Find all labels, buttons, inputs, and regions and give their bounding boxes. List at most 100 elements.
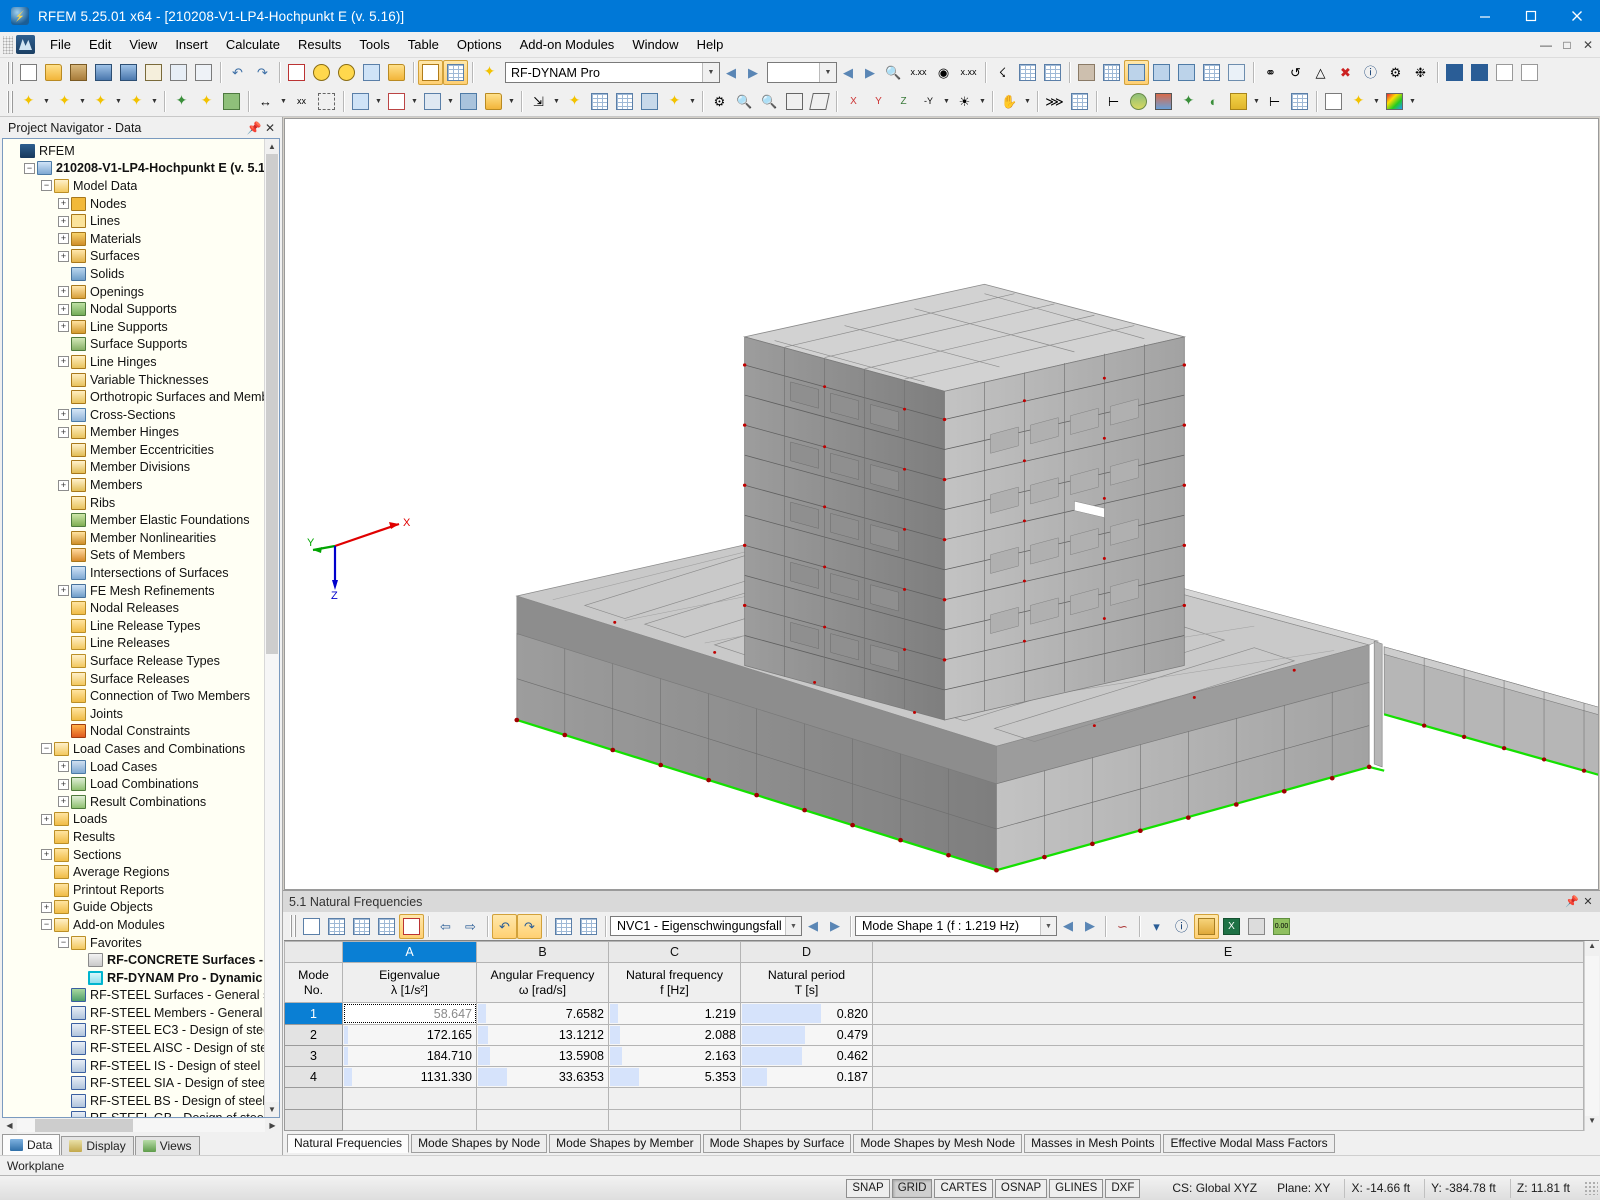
info-icon[interactable]: ⓘ [1358,60,1383,85]
tree-item-surface-releases[interactable]: Surface Releases [3,670,264,688]
table-redo-icon[interactable]: ↷ [517,914,542,939]
table-filter-icon[interactable] [374,914,399,939]
zoom-in-icon[interactable]: 🔍 [732,89,757,114]
tree-item-sections[interactable]: +Sections [3,846,264,864]
tree-item-average-regions[interactable]: Average Regions [3,863,264,881]
chevron-down-icon[interactable]: ▼ [149,89,160,114]
table-row[interactable]: 3184.71013.59082.1630.462 [285,1045,1584,1066]
tree-item-favorites[interactable]: −Favorites [3,934,264,952]
model-shade-icon[interactable] [1149,60,1174,85]
chevron-down-icon[interactable]: ▼ [785,917,801,935]
tree-item-rf-steel-sia-design-of-steel-mer[interactable]: RF-STEEL SIA - Design of steel mer [3,1074,264,1092]
model-viewport[interactable]: X Y Z [284,118,1599,890]
grid-view-icon[interactable] [1199,60,1224,85]
empty-cell[interactable] [873,1109,1584,1130]
mirror-icon[interactable]: △ [1308,60,1333,85]
solid-result-icon[interactable] [1151,89,1176,114]
navigator-hscrollbar[interactable]: ◀ ▶ [2,1118,280,1133]
secondary-combo[interactable]: ▼ [767,62,837,83]
status-toggle-snap[interactable]: SNAP [846,1179,889,1198]
menu-file[interactable]: File [41,33,80,56]
load-case-prev-icon[interactable]: ◀ [802,914,824,938]
tree-item-member-elastic-foundations[interactable]: Member Elastic Foundations [3,511,264,529]
excel-export-icon[interactable]: X [1219,914,1244,939]
dimension-line-icon[interactable]: ↔ [253,89,278,114]
empty-cell[interactable] [873,1088,1584,1109]
empty-cell[interactable] [477,1088,609,1109]
chevron-down-icon[interactable]: ▼ [687,89,698,114]
scroll-down-icon[interactable]: ▼ [265,1102,279,1117]
text-measure-icon[interactable]: x.xx [956,60,981,85]
link-icon[interactable]: ⚭ [1258,60,1283,85]
chevron-down-icon[interactable]: ▼ [1040,917,1056,935]
menu-edit[interactable]: Edit [80,33,120,56]
row-header-empty[interactable] [285,1109,343,1130]
column-header-E[interactable]: E [873,942,1584,963]
open-archive-icon[interactable] [66,60,91,85]
deform-icon[interactable] [1126,89,1151,114]
natural-frequency-cell[interactable]: 2.163 [609,1045,741,1066]
chevron-down-icon[interactable]: ▼ [551,89,562,114]
table-panel-icon[interactable] [418,60,443,85]
tree-item-rf-dynam-pro-dynamic-an[interactable]: RF-DYNAM Pro - Dynamic an [3,969,264,987]
expand-icon[interactable]: + [58,198,69,209]
column-header-D[interactable]: D [741,942,873,963]
tree-item-load-combinations[interactable]: +Load Combinations [3,775,264,793]
tree-item-cross-sections[interactable]: +Cross-Sections [3,406,264,424]
toolbar-grip[interactable] [288,915,296,937]
view-down-icon[interactable] [1442,60,1467,85]
light-icon[interactable]: ☀ [952,89,977,114]
menu-window[interactable]: Window [623,33,687,56]
eigenvalue-cell[interactable]: 184.710 [343,1045,477,1066]
natural-period-cell[interactable]: 0.462 [741,1045,873,1066]
table-chart-icon[interactable] [399,914,424,939]
tab-display[interactable]: Display [61,1136,133,1155]
status-toggle-cartes[interactable]: CARTES [934,1179,992,1198]
chevron-down-icon[interactable]: ▼ [373,89,384,114]
cluster-icon[interactable]: ❉ [1408,60,1433,85]
tree-item-connection-of-two-members[interactable]: Connection of Two Members [3,687,264,705]
table-tab-mode-shapes-by-node[interactable]: Mode Shapes by Node [411,1134,547,1153]
menu-calculate[interactable]: Calculate [217,33,289,56]
mesh-result-icon[interactable]: ✦ [1176,89,1201,114]
row-header-mode-no[interactable]: 2 [285,1024,343,1045]
expand-icon[interactable]: + [58,251,69,262]
new-file-icon[interactable] [16,60,41,85]
chevron-down-icon[interactable]: ▼ [1022,89,1033,114]
zoom-out-icon[interactable]: 🔍 [757,89,782,114]
maximize-icon[interactable] [1508,0,1554,32]
navigator-vscrollbar[interactable]: ▲ ▼ [264,139,279,1117]
chevron-down-icon[interactable]: ▼ [278,89,289,114]
fe-mesh-icon[interactable] [1015,60,1040,85]
natural-period-cell[interactable]: 0.820 [741,1003,873,1024]
pin-up-icon[interactable] [1517,60,1542,85]
settings-icon[interactable]: ⚙ [1383,60,1408,85]
row-header-mode-no[interactable]: 4 [285,1067,343,1088]
tree-item-member-eccentricities[interactable]: Member Eccentricities [3,441,264,459]
rotate-icon[interactable]: ↺ [1283,60,1308,85]
calculator-icon[interactable] [1244,914,1269,939]
expand-icon[interactable]: + [58,321,69,332]
close-icon[interactable] [1554,0,1600,32]
fe-mesh-nodes-icon[interactable] [1040,60,1065,85]
natural-frequency-cell[interactable]: 2.088 [609,1024,741,1045]
print-preview-icon[interactable] [166,60,191,85]
empty-cell[interactable] [741,1109,873,1130]
angular-frequency-cell[interactable]: 7.6582 [477,1003,609,1024]
close-icon[interactable]: ✕ [1580,895,1596,908]
save-model-icon[interactable] [91,60,116,85]
view-x-icon[interactable]: X [841,89,866,114]
mode-shape-combo[interactable]: Mode Shape 1 (f : 1.219 Hz) ▼ [855,916,1057,936]
menu-tools[interactable]: Tools [350,33,398,56]
snap-view-icon[interactable] [1224,60,1249,85]
tree-item-rf-steel-is-design-of-steel-mem[interactable]: RF-STEEL IS - Design of steel mem [3,1057,264,1075]
load-case-icon[interactable]: ✦ [562,89,587,114]
table-tab-effective-modal-mass-factors[interactable]: Effective Modal Mass Factors [1163,1134,1334,1153]
new-solid-body-icon[interactable] [456,89,481,114]
table-export-icon[interactable] [576,914,601,939]
save-icon[interactable] [116,60,141,85]
tree-item-nodal-releases[interactable]: Nodal Releases [3,599,264,617]
row-header-empty[interactable] [285,1088,343,1109]
tree-item-surface-supports[interactable]: Surface Supports [3,336,264,354]
select-special-icon[interactable]: ⚙ [707,89,732,114]
